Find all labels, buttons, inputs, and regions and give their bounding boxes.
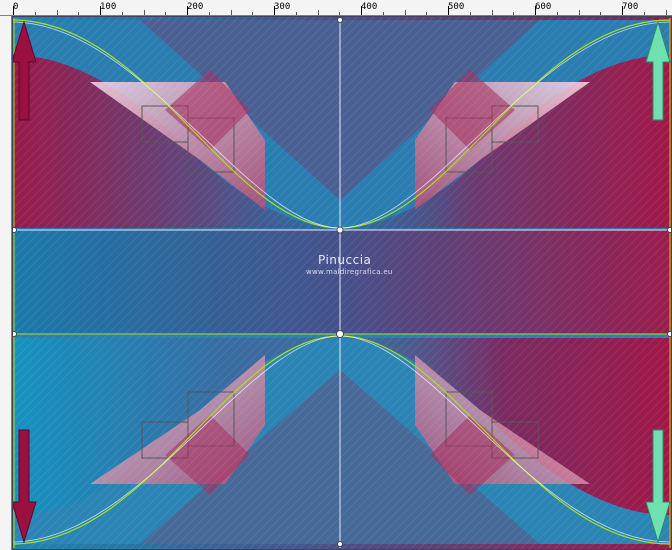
texture-overlay — [12, 16, 672, 550]
watermark-title: Pinuccia — [318, 253, 372, 267]
vertical-ruler[interactable] — [0, 16, 12, 550]
horizontal-ruler[interactable]: 0 100 200 300 400 500 600 700 — [0, 0, 672, 16]
image-canvas[interactable] — [12, 16, 672, 550]
ruler-ticks — [13, 6, 667, 15]
watermark-url: www.maldiregrafica.eu — [306, 268, 393, 276]
